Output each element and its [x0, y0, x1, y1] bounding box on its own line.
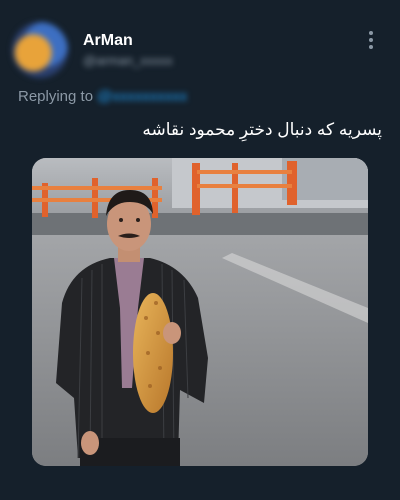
tweet-card: ArMan @arman_xxxxx Replying to @xxxxxxxxx…	[0, 0, 400, 500]
replying-handle-link[interactable]: @xxxxxxxxxx	[97, 88, 187, 105]
more-dot-icon	[369, 31, 373, 35]
tweet-photo[interactable]	[32, 158, 368, 466]
replying-to-row: Replying to @xxxxxxxxxx	[18, 88, 187, 105]
more-dot-icon	[369, 45, 373, 49]
avatar[interactable]	[12, 22, 68, 78]
photo-illustration	[32, 158, 368, 466]
more-dot-icon	[369, 38, 373, 42]
user-handle[interactable]: @arman_xxxxx	[83, 53, 173, 68]
replying-label: Replying to	[18, 88, 94, 105]
display-name[interactable]: ArMan	[83, 32, 133, 50]
tweet-text: پسریه که دنبال دخترِ محمود نقاشه	[142, 120, 382, 139]
more-options-button[interactable]	[362, 28, 380, 54]
